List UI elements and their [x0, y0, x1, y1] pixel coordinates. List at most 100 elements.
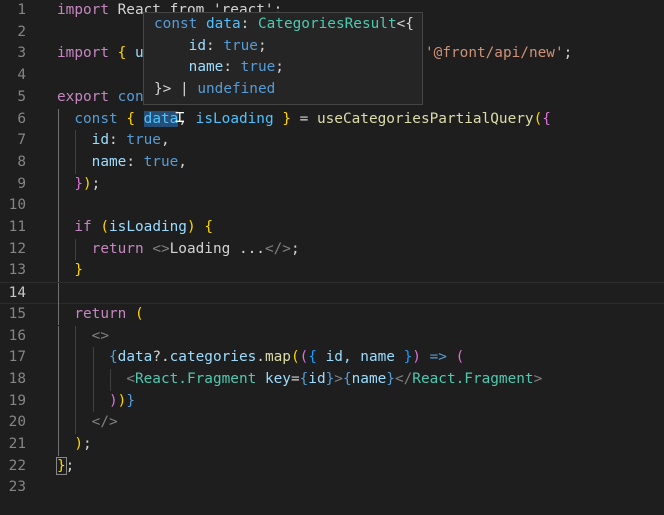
code-line[interactable]: 21 ); — [0, 434, 664, 456]
code-token: data — [117, 349, 153, 366]
code-token: true — [240, 59, 276, 75]
code-line[interactable]: 13 } — [0, 260, 664, 283]
line-code-tail: '@front/api/new'; — [425, 43, 572, 65]
code-token: { — [308, 349, 317, 366]
code-line[interactable]: 23 — [0, 477, 664, 499]
line-number: 20 — [8, 414, 26, 431]
code-line[interactable]: 17 {data?.categories.map(({ id, name }) … — [0, 347, 664, 369]
code-line[interactable]: 10 — [0, 195, 664, 217]
type-hover-tooltip: const data: CategoriesResult<{ id: true;… — [143, 12, 423, 105]
code-token: true — [126, 132, 161, 149]
line-code: </> — [57, 412, 118, 434]
code-line[interactable]: 8 name: true, — [0, 151, 664, 174]
code-token: ( — [290, 349, 300, 366]
code-token: ?. — [152, 349, 170, 366]
code-token: ( — [134, 305, 144, 322]
code-line[interactable]: 15 return ( — [0, 303, 664, 326]
code-line[interactable]: 22}; — [0, 456, 664, 478]
hover-line: name: true; — [154, 57, 412, 79]
line-number: 16 — [8, 327, 26, 344]
code-line[interactable]: 12 return <>Loading ...</>; — [0, 238, 664, 261]
code-token: import — [57, 2, 109, 18]
code-token: ; — [257, 37, 267, 54]
code-token: isLoading — [187, 110, 283, 127]
code-token: { — [108, 349, 118, 366]
code-token: undefined — [197, 80, 276, 97]
line-code: return ( — [57, 304, 144, 326]
hover-line: }> | undefined — [154, 79, 412, 101]
line-code: <React.Fragment key={id}>{name}</React.F… — [57, 369, 542, 391]
code-token: '@front/api/new' — [425, 45, 564, 62]
code-token: true — [143, 153, 179, 170]
code-line[interactable]: 14 — [0, 282, 664, 305]
code-token: ; — [83, 436, 92, 452]
line-code: {data?.categories.map(({ id, name }) => … — [57, 347, 464, 369]
code-token: } — [56, 456, 67, 475]
code-token: > — [533, 370, 543, 387]
code-line[interactable]: 16 <> — [0, 325, 664, 348]
code-token: . — [256, 349, 265, 366]
line-number: 8 — [17, 153, 26, 170]
line-number: 3 — [17, 45, 26, 62]
code-token: import — [57, 45, 109, 62]
line-number: 19 — [8, 392, 26, 409]
code-token: ) — [83, 175, 92, 192]
code-token: ( — [100, 219, 109, 235]
code-token: <> — [152, 240, 170, 257]
code-token: = — [290, 110, 317, 127]
line-number: 15 — [8, 305, 26, 322]
line-code: ))} — [57, 391, 135, 413]
line-code: id: true, — [57, 130, 170, 152]
code-line[interactable]: 9 }); — [0, 173, 664, 196]
code-line[interactable]: 6 const { data, isLoading } = useCategor… — [0, 108, 664, 131]
code-token: </> — [91, 414, 118, 431]
code-token: export — [57, 88, 109, 105]
code-token: } — [325, 370, 335, 387]
code-token: if — [74, 219, 92, 235]
code-token: u — [126, 45, 144, 62]
code-token: data — [143, 110, 179, 127]
line-number: 12 — [8, 240, 26, 257]
code-token: => — [429, 349, 447, 366]
code-line[interactable]: 11 if (isLoading) { — [0, 217, 664, 239]
code-line[interactable]: 7 id: true, — [0, 130, 664, 152]
code-editor[interactable]: 1 import React from 'react'; 2 3 import { u '… — [0, 0, 664, 515]
line-code: if (isLoading) { — [57, 217, 213, 239]
code-token: ; — [563, 45, 573, 62]
line-code: }; — [56, 456, 74, 478]
code-token: map — [264, 349, 291, 366]
line-number: 10 — [8, 197, 26, 214]
code-token: const — [154, 16, 198, 32]
line-number: 9 — [17, 175, 26, 192]
code-token: ; — [91, 175, 101, 192]
code-token: ; — [275, 59, 284, 75]
code-token: </ — [394, 370, 413, 387]
code-token: ) — [412, 349, 421, 366]
code-token: : — [223, 59, 241, 75]
code-token: { — [204, 219, 213, 235]
code-token: ( — [533, 110, 543, 127]
code-line[interactable]: 20 </> — [0, 412, 664, 434]
code-token: = — [290, 370, 300, 387]
line-number: 14 — [8, 285, 26, 302]
code-token: { — [342, 370, 352, 387]
line-code: ); — [57, 434, 92, 456]
code-token: ( — [455, 349, 465, 366]
code-token: CategoriesResult — [257, 16, 397, 32]
code-token: > — [334, 370, 343, 387]
hover-line: id: true; — [154, 36, 412, 58]
code-line[interactable]: 19 ))} — [0, 390, 664, 413]
code-line[interactable]: 18 <React.Fragment key={id}>{name}</Reac… — [0, 368, 664, 391]
code-token: ) — [108, 392, 118, 409]
code-token: , — [160, 132, 170, 149]
code-token: return — [91, 240, 144, 257]
